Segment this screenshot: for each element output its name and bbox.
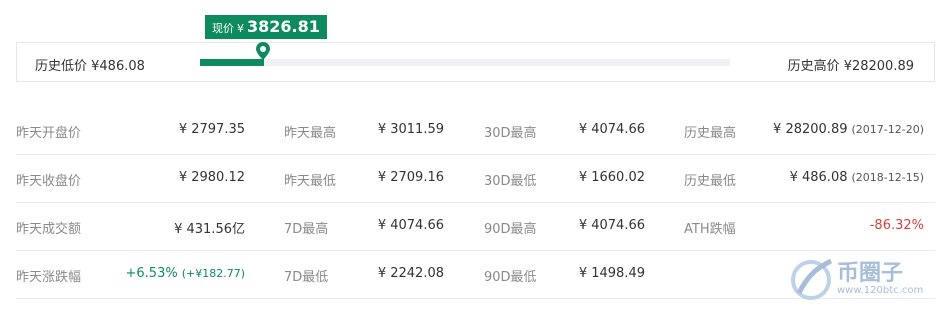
30d-high-value: ¥ 4074.66	[578, 122, 645, 137]
current-price-badge: 现价 ¥ 3826.81	[205, 15, 327, 39]
yesterday-volume-label: 昨天成交额	[16, 222, 82, 237]
stats-row: 昨天开盘价 ¥ 2797.35 昨天最高 ¥ 3011.59 30D最高 ¥ 4…	[16, 107, 935, 155]
watermark-url: www.120btc.com	[837, 285, 924, 296]
watermark-text: 币圈子	[837, 261, 904, 286]
30d-low-label: 30D最低	[484, 174, 537, 189]
7d-low-label: 7D最低	[284, 270, 329, 285]
yesterday-open-value: ¥ 2797.35	[178, 122, 245, 137]
price-range-fill	[200, 59, 264, 66]
yesterday-close-value: ¥ 2980.12	[178, 170, 245, 185]
current-price-label: 现价	[212, 22, 234, 35]
all-time-high-stat-label: 历史最高	[684, 126, 737, 141]
yesterday-change-percent: +6.53%	[125, 266, 178, 281]
current-price-value: 3826.81	[247, 17, 320, 36]
watermark-logo: 币圈子 www.120btc.com	[789, 251, 939, 309]
yesterday-close-label: 昨天收盘价	[16, 174, 82, 189]
location-pin-icon	[256, 42, 270, 60]
stats-row: 昨天成交额 ¥ 431.56亿 7D最高 ¥ 4074.66 90D最高 ¥ 4…	[16, 203, 935, 251]
yesterday-volume-value: ¥ 431.56亿	[174, 222, 245, 237]
price-range-track	[200, 59, 730, 66]
yesterday-low-label: 昨天最低	[284, 174, 337, 189]
7d-low-value: ¥ 2242.08	[377, 266, 444, 281]
stats-row: 昨天收盘价 ¥ 2980.12 昨天最低 ¥ 2709.16 30D最低 ¥ 1…	[16, 155, 935, 203]
ath-drawdown-label: ATH跌幅	[684, 222, 736, 237]
90d-low-value: ¥ 1498.49	[578, 266, 645, 281]
yesterday-high-value: ¥ 3011.59	[377, 122, 444, 137]
price-range-panel: 历史低价 ¥486.08 历史高价 ¥28200.89	[16, 42, 935, 82]
90d-low-label: 90D最低	[484, 270, 537, 285]
yesterday-change-value: +6.53% (+¥182.77)	[126, 266, 246, 281]
30d-low-value: ¥ 1660.02	[578, 170, 645, 185]
yesterday-change-label: 昨天涨跌幅	[16, 270, 82, 285]
yesterday-low-value: ¥ 2709.16	[377, 170, 444, 185]
all-time-high-date: (2017-12-20)	[851, 123, 924, 136]
30d-high-label: 30D最高	[484, 126, 537, 141]
90d-high-value: ¥ 4074.66	[578, 218, 645, 233]
all-time-low-price: ¥ 486.08	[789, 170, 848, 185]
all-time-high-price: ¥ 28200.89	[773, 122, 848, 137]
all-time-low-label: 历史低价 ¥486.08	[35, 59, 145, 74]
yesterday-open-label: 昨天开盘价	[16, 126, 82, 141]
7d-high-label: 7D最高	[284, 222, 329, 237]
all-time-low-stat-value: ¥ 486.08 (2018-12-15)	[790, 170, 924, 185]
all-time-low-stat-label: 历史最低	[684, 174, 737, 189]
all-time-high-stat-value: ¥ 28200.89 (2017-12-20)	[773, 122, 924, 137]
watermark-logo-icon	[791, 258, 833, 300]
7d-high-value: ¥ 4074.66	[377, 218, 444, 233]
all-time-low-date: (2018-12-15)	[851, 171, 924, 184]
ath-drawdown-value: -86.32%	[869, 218, 924, 233]
90d-high-label: 90D最高	[484, 222, 537, 237]
all-time-high-label: 历史高价 ¥28200.89	[787, 59, 914, 74]
currency-symbol: ¥	[237, 22, 244, 35]
yesterday-change-amount: (+¥182.77)	[181, 267, 245, 280]
yesterday-high-label: 昨天最高	[284, 126, 337, 141]
